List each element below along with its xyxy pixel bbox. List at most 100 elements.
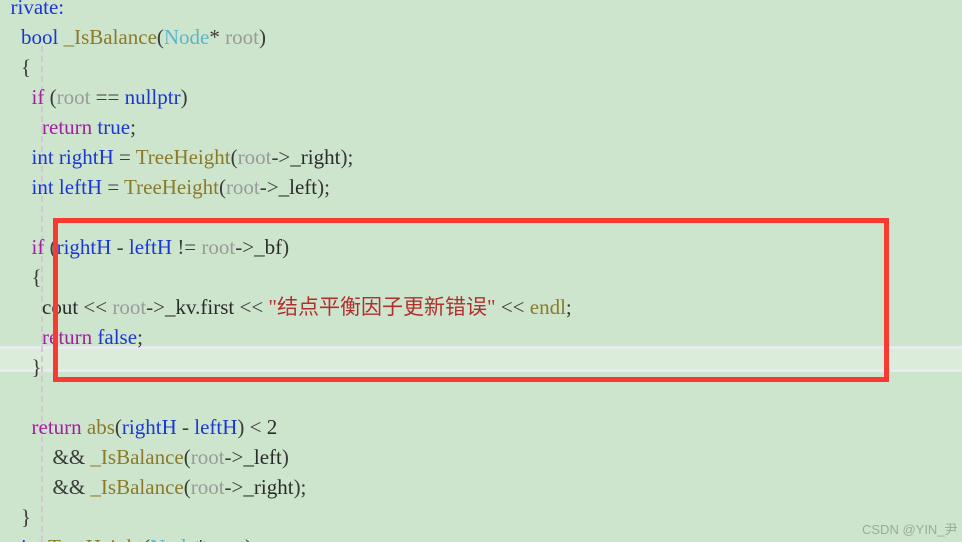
token: _kv xyxy=(165,295,196,319)
token: ( xyxy=(143,535,150,542)
line-return-false[interactable]: return false; xyxy=(0,322,962,352)
token: != xyxy=(172,235,202,259)
token: leftH xyxy=(58,175,103,199)
token: ); xyxy=(317,175,330,199)
token: - xyxy=(111,235,129,259)
token: ( xyxy=(44,235,57,259)
token: root xyxy=(225,25,259,49)
line-open-brace-func[interactable]: { xyxy=(0,52,962,82)
token: ( xyxy=(183,475,191,499)
token: bool xyxy=(21,25,59,49)
token: _bf xyxy=(254,235,283,259)
token: int xyxy=(31,145,54,169)
line-return-abs[interactable]: return abs(rightH - leftH) < 2 xyxy=(0,412,962,442)
line-treeheight[interactable]: int TreeHeight(Node* root) xyxy=(0,532,962,542)
csdn-watermark: CSDN @YIN_尹 xyxy=(862,522,958,537)
line-return-true[interactable]: return true; xyxy=(0,112,962,142)
token: ) xyxy=(281,445,289,469)
line-if-bf[interactable]: if (rightH - leftH != root->_bf) xyxy=(0,232,962,262)
token: ; xyxy=(137,325,143,349)
code-editor-screenshot: rivate: bool _IsBalance(Node* root) { if… xyxy=(0,0,962,542)
line-close-brace-func[interactable]: } xyxy=(0,502,962,532)
line-and-left[interactable]: && _IsBalance(root->_left) xyxy=(0,442,962,472)
line-close-brace-if[interactable]: } xyxy=(0,352,962,382)
token: ) xyxy=(258,25,266,49)
token: first xyxy=(200,295,235,319)
token: int xyxy=(31,175,54,199)
token: } xyxy=(31,355,42,379)
line-cout[interactable]: cout << root->_kv.first << "结点平衡因子更新错误" … xyxy=(0,292,962,322)
token: ( xyxy=(156,25,164,49)
token: root xyxy=(56,85,91,109)
token: - xyxy=(176,415,195,439)
line-private[interactable]: rivate: xyxy=(0,0,962,22)
token: false xyxy=(97,325,138,349)
token: ) xyxy=(180,85,188,109)
token: _IsBalance xyxy=(90,475,184,499)
line-if-null[interactable]: if (root == nullptr) xyxy=(0,82,962,112)
token: Node xyxy=(150,535,196,542)
token: rightH xyxy=(58,145,114,169)
token: if xyxy=(31,235,45,259)
token: { xyxy=(21,55,32,79)
token: rightH xyxy=(56,235,112,259)
token: root xyxy=(237,145,272,169)
token: root xyxy=(225,175,260,199)
token: ) xyxy=(282,235,290,259)
token: return xyxy=(42,325,93,349)
token: ( xyxy=(183,445,191,469)
token: } xyxy=(21,505,32,529)
token: if xyxy=(31,85,45,109)
line-open-brace-if[interactable]: { xyxy=(0,262,962,292)
token: && xyxy=(52,445,91,469)
code-text-area[interactable]: rivate: bool _IsBalance(Node* root) { if… xyxy=(0,0,962,542)
line-blank-1[interactable] xyxy=(0,202,962,232)
token: root xyxy=(201,235,236,259)
line-and-right[interactable]: && _IsBalance(root->_right); xyxy=(0,472,962,502)
token: cout xyxy=(42,295,79,319)
token: ; xyxy=(565,295,572,319)
token: rivate: xyxy=(10,0,65,19)
token: -> xyxy=(224,475,244,499)
token: root xyxy=(211,535,245,542)
token: "结点平衡因子更新错误" xyxy=(268,295,496,319)
token: leftH xyxy=(194,415,238,439)
token: * xyxy=(209,25,220,49)
token: ; xyxy=(130,115,136,139)
token: root xyxy=(190,475,225,499)
token: TreeHeight xyxy=(48,535,143,542)
line-blank-2[interactable] xyxy=(0,382,962,412)
line-rightH[interactable]: int rightH = TreeHeight(root->_right); xyxy=(0,142,962,172)
token: ); xyxy=(340,145,354,169)
token: ( xyxy=(44,85,57,109)
line-leftH[interactable]: int leftH = TreeHeight(root->_left); xyxy=(0,172,962,202)
token: abs xyxy=(86,415,115,439)
token: = xyxy=(113,145,136,169)
token: && xyxy=(52,475,91,499)
line-func-decl[interactable]: bool _IsBalance(Node* root) xyxy=(0,22,962,52)
token: Node xyxy=(163,25,210,49)
token: nullptr xyxy=(124,85,181,109)
token: ( xyxy=(230,145,238,169)
token: -> xyxy=(146,295,166,319)
token: endl xyxy=(529,295,566,319)
token: == xyxy=(90,85,125,109)
token: root xyxy=(190,445,225,469)
token: -> xyxy=(271,145,291,169)
token: << xyxy=(495,295,530,319)
token: 2 xyxy=(266,415,278,439)
token: _right xyxy=(290,145,341,169)
